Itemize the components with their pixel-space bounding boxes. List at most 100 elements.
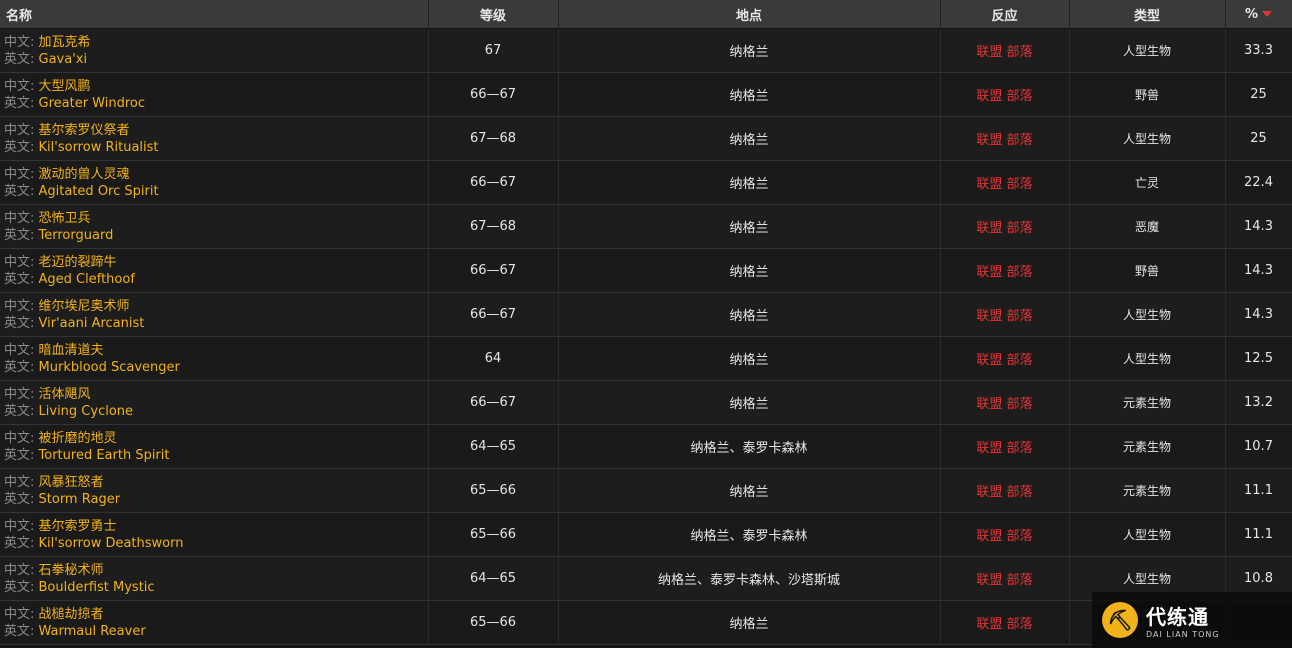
cell-percent: 14.3 [1225,292,1292,337]
cn-label: 中文: [4,386,39,402]
npc-name-cn-link[interactable]: 老迈的裂蹄牛 [39,255,117,270]
npc-name-cn-link[interactable]: 恐怖卫兵 [39,211,91,226]
cell-location: 纳格兰 [558,600,941,645]
npc-name-cn-link[interactable]: 战槌劫掠者 [39,607,104,622]
cell-type: 恶魔 [1069,204,1226,249]
cell-level: 66—67 [428,72,559,117]
npc-name-en-link[interactable]: Tortured Earth Spirit [39,448,170,463]
npc-name-cn-link[interactable]: 大型风鹏 [39,79,91,94]
watermark-logo-icon: ⛏ [1102,602,1138,638]
npc-name-en-link[interactable]: Boulderfist Mystic [39,580,155,595]
table-row: 中文: 风暴狂怒者 英文: Storm Rager 65—66 纳格兰 联盟 部落 元素生… [0,468,1292,513]
cell-name: 中文: 加瓦克希 英文: Gava'xi [0,28,429,73]
en-label: 英文: [4,139,39,155]
npc-name-cn-link[interactable]: 风暴狂怒者 [39,475,104,490]
cell-location: 纳格兰 [558,292,941,337]
npc-name-en-link[interactable]: Vir'aani Arcanist [39,316,145,331]
en-label: 英文: [4,535,39,551]
cell-reaction: 联盟 部落 [940,468,1070,513]
npc-name-cn-link[interactable]: 基尔索罗仪祭者 [39,123,130,138]
cell-level: 67—68 [428,116,559,161]
cell-reaction: 联盟 部落 [940,556,1070,601]
npc-name-en-link[interactable]: Storm Rager [39,492,121,507]
npc-table: 名称 等级 地点 反应 类型 % 中文: 加瓦克希 英文: Gava'xi 67 纳格… [0,0,1292,645]
npc-name-cn-link[interactable]: 暗血清道夫 [39,343,104,358]
cell-type: 野兽 [1069,248,1226,293]
npc-name-en-link[interactable]: Murkblood Scavenger [39,360,180,375]
cell-type: 人型生物 [1069,116,1226,161]
en-label: 英文: [4,51,39,67]
npc-name-cn-link[interactable]: 维尔埃尼奥术师 [39,299,130,314]
cell-location: 纳格兰 [558,204,941,249]
cell-level: 64—65 [428,556,559,601]
cell-percent: 22.4 [1225,160,1292,205]
cell-level: 66—67 [428,160,559,205]
cn-label: 中文: [4,122,39,138]
table-row: 中文: 被折磨的地灵 英文: Tortured Earth Spirit 64—65… [0,424,1292,469]
npc-name-cn-link[interactable]: 活体飓风 [39,387,91,402]
npc-name-en-link[interactable]: Kil'sorrow Deathsworn [39,536,184,551]
header-level[interactable]: 等级 [428,0,559,29]
npc-name-en-link[interactable]: Living Cyclone [39,404,134,419]
npc-name-cn-link[interactable]: 被折磨的地灵 [39,431,117,446]
table-row: 中文: 加瓦克希 英文: Gava'xi 67 纳格兰 联盟 部落 人型生物 33.3 [0,28,1292,73]
cell-location: 纳格兰 [558,468,941,513]
en-label: 英文: [4,403,39,419]
cell-level: 67—68 [428,204,559,249]
cell-percent: 12.5 [1225,336,1292,381]
table-row: 中文: 激动的兽人灵魂 英文: Agitated Orc Spirit 66—67 纳… [0,160,1292,205]
en-label: 英文: [4,623,39,639]
cell-level: 65—66 [428,468,559,513]
en-label: 英文: [4,447,39,463]
table-row: 中文: 大型风鹏 英文: Greater Windroc 66—67 纳格兰 联盟 部落… [0,72,1292,117]
header-percent-label: % [1244,6,1259,22]
npc-name-en-link[interactable]: Agitated Orc Spirit [39,184,159,199]
cell-reaction: 联盟 部落 [940,116,1070,161]
npc-name-cn-link[interactable]: 加瓦克希 [39,35,91,50]
watermark: ⛏ 代练通 DAI LIAN TONG [1092,592,1292,648]
cell-type: 人型生物 [1069,28,1226,73]
npc-name-en-link[interactable]: Kil'sorrow Ritualist [39,140,159,155]
cell-percent: 14.3 [1225,204,1292,249]
cn-label: 中文: [4,254,39,270]
npc-name-en-link[interactable]: Aged Clefthoof [39,272,135,287]
cell-type: 元素生物 [1069,380,1226,425]
cell-reaction: 联盟 部落 [940,160,1070,205]
header-location[interactable]: 地点 [558,0,941,29]
header-reaction[interactable]: 反应 [940,0,1070,29]
cn-label: 中文: [4,210,39,226]
cell-level: 66—67 [428,292,559,337]
cell-percent: 11.1 [1225,512,1292,557]
npc-name-cn-link[interactable]: 基尔索罗勇士 [39,519,117,534]
cell-reaction: 联盟 部落 [940,424,1070,469]
cell-percent: 11.1 [1225,468,1292,513]
cell-name: 中文: 恐怖卫兵 英文: Terrorguard [0,204,429,249]
cell-percent: 25 [1225,116,1292,161]
cell-level: 64—65 [428,424,559,469]
cell-name: 中文: 暗血清道夫 英文: Murkblood Scavenger [0,336,429,381]
cell-level: 66—67 [428,380,559,425]
cell-location: 纳格兰 [558,248,941,293]
cell-name: 中文: 石拳秘术师 英文: Boulderfist Mystic [0,556,429,601]
header-type[interactable]: 类型 [1069,0,1226,29]
header-name[interactable]: 名称 [0,0,429,29]
npc-name-en-link[interactable]: Terrorguard [39,228,114,243]
cn-label: 中文: [4,474,39,490]
npc-name-en-link[interactable]: Gava'xi [39,52,88,67]
npc-name-en-link[interactable]: Greater Windroc [39,96,146,111]
npc-name-cn-link[interactable]: 石拳秘术师 [39,563,104,578]
header-percent[interactable]: % [1225,0,1292,29]
cell-level: 67 [428,28,559,73]
sort-desc-icon[interactable] [1262,11,1273,17]
cell-reaction: 联盟 部落 [940,336,1070,381]
cell-percent: 13.2 [1225,380,1292,425]
cell-name: 中文: 维尔埃尼奥术师 英文: Vir'aani Arcanist [0,292,429,337]
cell-name: 中文: 基尔索罗勇士 英文: Kil'sorrow Deathsworn [0,512,429,557]
npc-name-en-link[interactable]: Warmaul Reaver [39,624,146,639]
npc-name-cn-link[interactable]: 激动的兽人灵魂 [39,167,130,182]
cell-type: 人型生物 [1069,336,1226,381]
cn-label: 中文: [4,342,39,358]
table-row: 中文: 活体飓风 英文: Living Cyclone 66—67 纳格兰 联盟 部落元… [0,380,1292,425]
cell-location: 纳格兰、泰罗卡森林 [558,424,941,469]
cell-level: 64 [428,336,559,381]
